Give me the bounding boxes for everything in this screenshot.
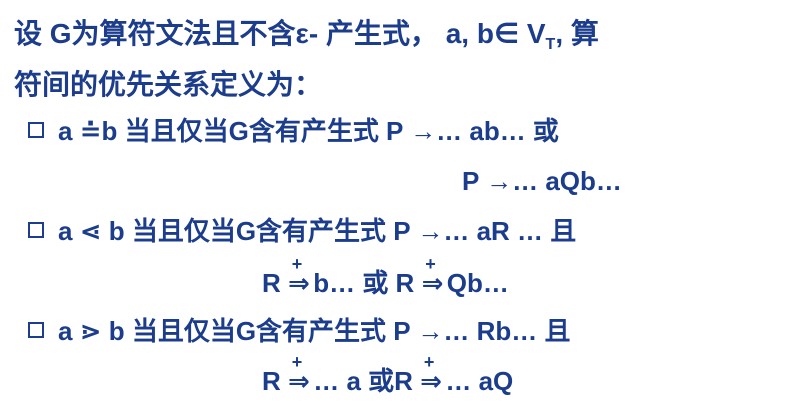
square-bullet-icon bbox=[28, 222, 44, 238]
intro-line-2: 符间的优先关系定义为： bbox=[14, 69, 323, 100]
rule-greater: a ⋗ b 当且仅当G含有产生式 P →… Rb… 且 bbox=[28, 314, 570, 348]
greater-precedence-symbol: ⋗ bbox=[79, 316, 102, 346]
derives-plus-symbol: + ⇒ bbox=[420, 353, 442, 398]
derives-plus-symbol: + ⇒ bbox=[288, 255, 310, 300]
rule-less: a ⋖ b 当且仅当G含有产生式 P →… aR … 且 bbox=[28, 214, 576, 248]
rule-greater-cont-c: … aQ bbox=[438, 366, 514, 396]
rule-less-cont-c: Qb… bbox=[439, 268, 509, 298]
derives-plus-symbol: + ⇒ bbox=[288, 353, 310, 398]
plus-mark: + bbox=[291, 254, 303, 274]
rule-less-text: b 当且仅当G含有产生式 P →… aR … 且 bbox=[101, 216, 577, 246]
rule-greater-lead: a bbox=[58, 316, 80, 346]
plus-mark: + bbox=[425, 254, 436, 274]
less-precedence-symbol: ⋖ bbox=[79, 216, 102, 246]
plus-mark: + bbox=[291, 352, 303, 372]
rule-greater-cont-a: R bbox=[262, 366, 288, 396]
intro-text-1b: , 算 bbox=[555, 18, 599, 49]
rule-less-cont-a: R bbox=[262, 268, 288, 298]
rule-greater-text: b 当且仅当G含有产生式 P →… Rb… 且 bbox=[101, 316, 571, 346]
intro-text-1a: 设 G为算符文法且不含ε- 产生式， a, b∈ V bbox=[14, 18, 546, 49]
rule-less-cont-b: b… 或 R bbox=[306, 268, 422, 298]
square-bullet-icon bbox=[28, 122, 44, 138]
rule-equal: a ≐b 当且仅当G含有产生式 P →… ab… 或 bbox=[28, 114, 559, 148]
equal-precedence-symbol: ≐ bbox=[79, 116, 102, 146]
rule-equal-text: b 当且仅当G含有产生式 P →… ab… 或 bbox=[101, 116, 559, 146]
intro-paragraph: 设 G为算符文法且不含ε- 产生式， a, b∈ VT, 算 符间的优先关系定义… bbox=[14, 14, 799, 105]
rule-equal-lead: a bbox=[58, 116, 80, 146]
vt-subscript: T bbox=[545, 36, 556, 53]
rule-equal-continuation: P →… aQb… bbox=[462, 166, 622, 196]
rule-less-continuation: R + ⇒ b… 或 R + ⇒ Qb… bbox=[262, 255, 509, 300]
rule-less-lead: a bbox=[58, 216, 80, 246]
slide: 设 G为算符文法且不含ε- 产生式， a, b∈ VT, 算 符间的优先关系定义… bbox=[0, 0, 807, 420]
rule-greater-cont-b: … a 或R bbox=[306, 366, 421, 396]
square-bullet-icon bbox=[28, 322, 44, 338]
plus-mark: + bbox=[423, 352, 435, 372]
intro-line-1: 设 G为算符文法且不含ε- 产生式， a, b∈ VT, 算 bbox=[14, 14, 799, 65]
rule-greater-continuation: R + ⇒ … a 或R + ⇒ … aQ bbox=[262, 353, 514, 398]
derives-plus-symbol: + ⇒ bbox=[422, 255, 444, 300]
